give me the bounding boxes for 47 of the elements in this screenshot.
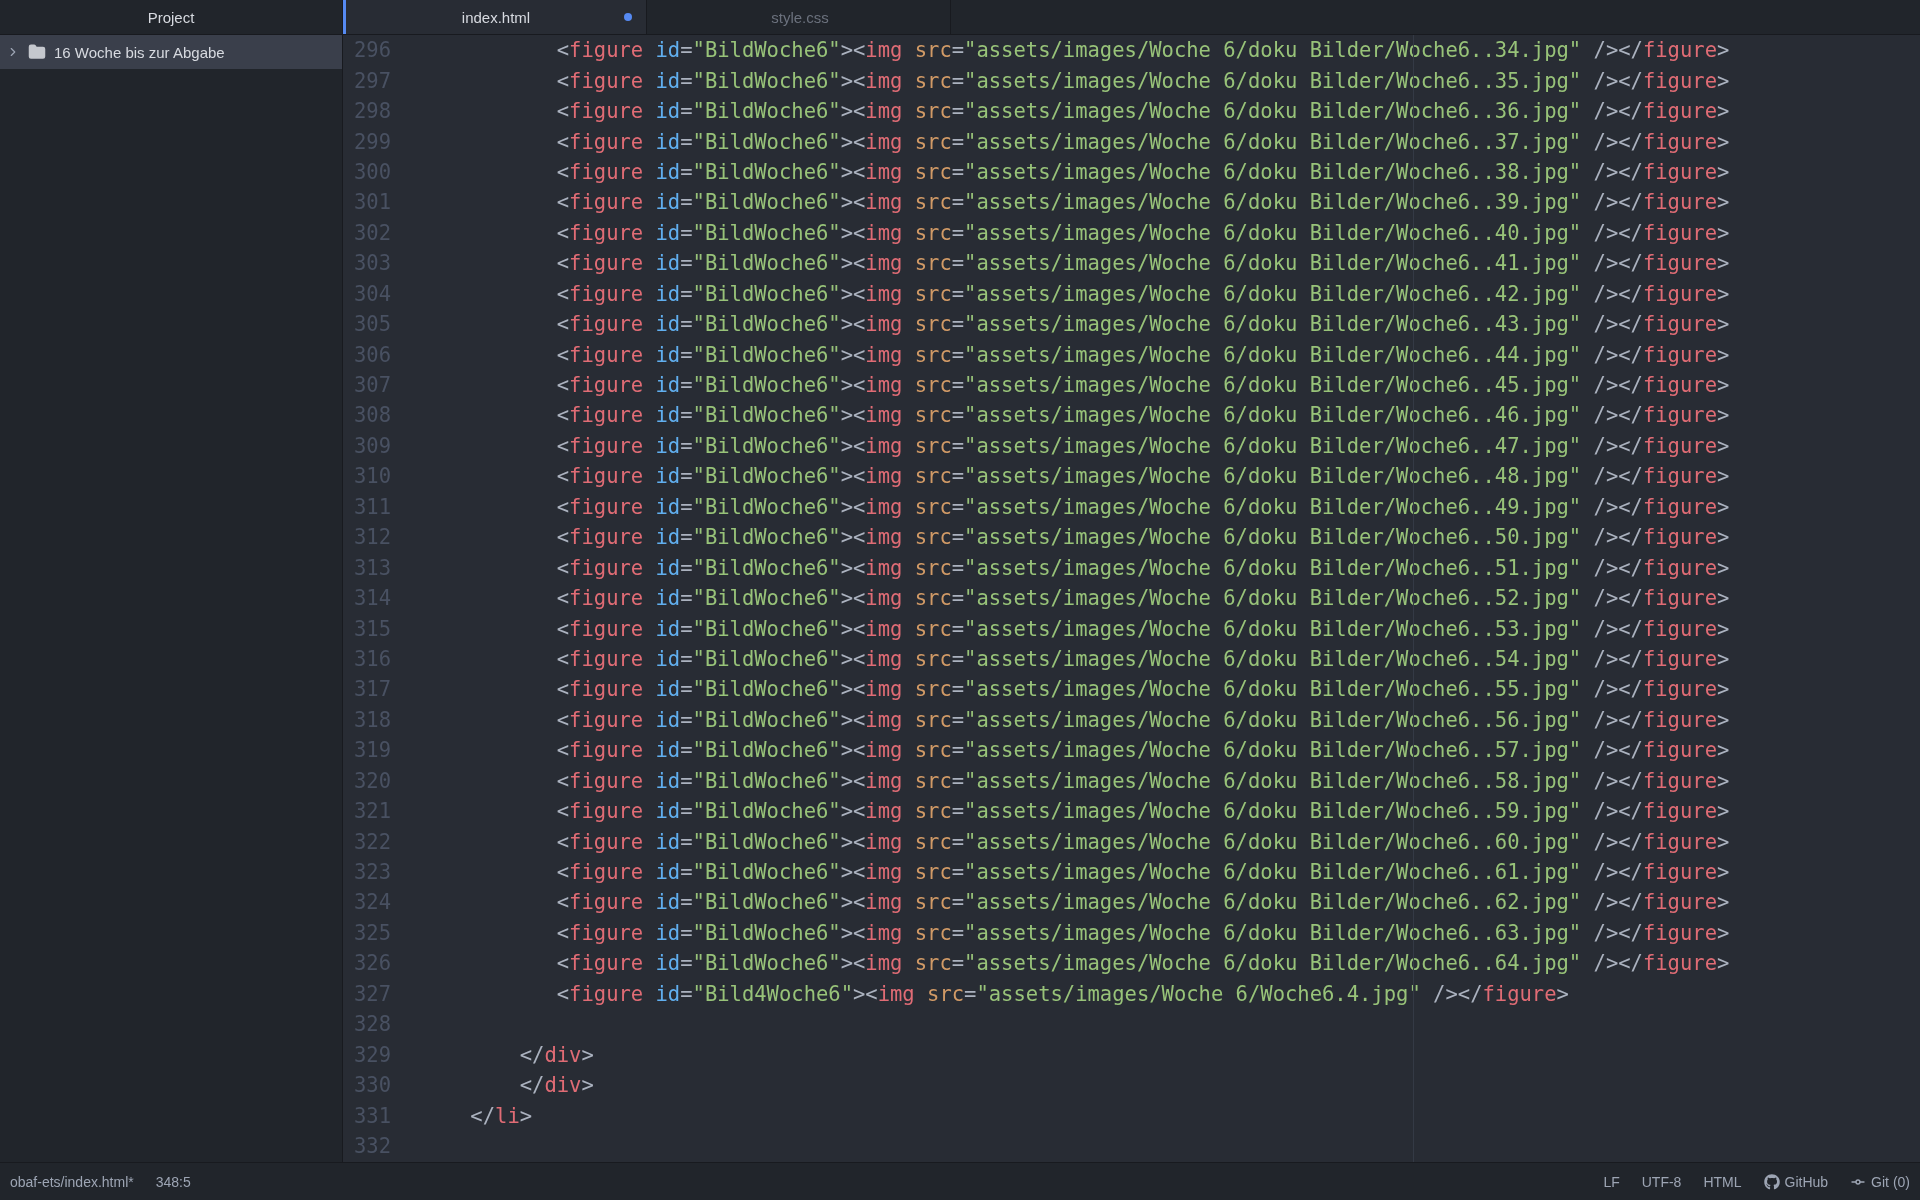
code-line: <figure id="BildWoche6"><img src="assets/images/Woche 6/doku Bilder/Woche6..39.jpg" /></figure> (555, 190, 1730, 215)
code-line: <figure id="BildWoche6"><img src="assets/images/Woche 6/doku Bilder/Woche6..62.jpg" /></figure> (555, 890, 1730, 915)
code-line: <figure id="BildWoche6"><img src="assets/images/Woche 6/doku Bilder/Woche6..52.jpg" /></figure> (555, 586, 1730, 611)
line-ending[interactable]: LF (1603, 1173, 1620, 1190)
code-line: <figure id="BildWoche6"><img src="assets/images/Woche 6/doku Bilder/Woche6..51.jpg" /></figure> (555, 555, 1730, 580)
grammar[interactable]: HTML (1703, 1173, 1742, 1190)
code-line: <figure id="BildWoche6"><img src="assets/images/Woche 6/doku Bilder/Woche6..35.jpg" /></figure> (555, 68, 1730, 93)
file-path[interactable]: obaf-ets/index.html* (10, 1173, 134, 1190)
code-line: <figure id="BildWoche6"><img src="assets/images/Woche 6/doku Bilder/Woche6..42.jpg" /></figure> (555, 281, 1730, 306)
tree-item[interactable]: 16 Woche bis zur Abgabe (0, 35, 342, 69)
code-line: <figure id="BildWoche6"><img src="assets/images/Woche 6/doku Bilder/Woche6..57.jpg" /></figure> (555, 738, 1730, 763)
code-line: </li> (469, 1103, 533, 1128)
code-line: <figure id="BildWoche6"><img src="assets/images/Woche 6/doku Bilder/Woche6..59.jpg" /></figure> (555, 799, 1730, 824)
code-line: <figure id="BildWoche6"><img src="assets/images/Woche 6/doku Bilder/Woche6..58.jpg" /></figure> (555, 768, 1730, 793)
code-line: <figure id="BildWoche6"><img src="assets/images/Woche 6/doku Bilder/Woche6..40.jpg" /></figure> (555, 220, 1730, 245)
code-line: </div> (518, 1042, 594, 1067)
code-line: <figure id="Bild4Woche6"><img src="assets/images/Woche 6/Woche6.4.jpg" /></figure> (555, 981, 1569, 1006)
code-line: <figure id="BildWoche6"><img src="assets/images/Woche 6/doku Bilder/Woche6..46.jpg" /></figure> (555, 403, 1730, 428)
code-line: <figure id="BildWoche6"><img src="assets/images/Woche 6/doku Bilder/Woche6..55.jpg" /></figure> (555, 677, 1730, 702)
code-line: <figure id="BildWoche6"><img src="assets/images/Woche 6/doku Bilder/Woche6..53.jpg" /></figure> (555, 616, 1730, 641)
panel-title: Project (147, 8, 195, 26)
code-line: <figure id="BildWoche6"><img src="assets/images/Woche 6/doku Bilder/Woche6..44.jpg" /></figure> (555, 342, 1730, 367)
code-line: <figure id="BildWoche6"><img src="assets/images/Woche 6/doku Bilder/Woche6..63.jpg" /></figure> (555, 920, 1730, 945)
code-line: <figure id="BildWoche6"><img src="assets/images/Woche 6/doku Bilder/Woche6..64.jpg" /></figure> (555, 951, 1730, 976)
code-line: <figure id="BildWoche6"><img src="assets/images/Woche 6/doku Bilder/Woche6..45.jpg" /></figure> (555, 373, 1730, 398)
git-status[interactable]: Git (0) (1871, 1173, 1910, 1190)
code-line: <figure id="BildWoche6"><img src="assets/images/Woche 6/doku Bilder/Woche6..54.jpg" /></figure> (555, 646, 1730, 671)
code-line: <figure id="BildWoche6"><img src="assets/images/Woche 6/doku Bilder/Woche6..50.jpg" /></figure> (555, 525, 1730, 550)
code-line: <figure id="BildWoche6"><img src="assets/images/Woche 6/doku Bilder/Woche6..38.jpg" /></figure> (555, 159, 1730, 184)
code-line: <figure id="BildWoche6"><img src="assets/images/Woche 6/doku Bilder/Woche6..41.jpg" /></figure> (555, 251, 1730, 276)
code-line: <figure id="BildWoche6"><img src="assets/images/Woche 6/doku Bilder/Woche6..37.jpg" /></figure> (555, 129, 1730, 154)
code-line: <figure id="BildWoche6"><img src="assets/images/Woche 6/doku Bilder/Woche6..34.jpg" /></figure> (555, 38, 1730, 63)
code-line: <figure id="BildWoche6"><img src="assets/images/Woche 6/doku Bilder/Woche6..48.jpg" /></figure> (555, 464, 1730, 489)
github-link[interactable]: GitHub (1784, 1173, 1829, 1190)
editor-tab[interactable]: index.html (343, 0, 647, 34)
code-line: <figure id="BildWoche6"><img src="assets/images/Woche 6/doku Bilder/Woche6..60.jpg" /></figure> (555, 829, 1730, 854)
encoding[interactable]: UTF-8 (1641, 1173, 1682, 1190)
code-line: <figure id="BildWoche6"><img src="assets/images/Woche 6/doku Bilder/Woche6..49.jpg" /></figure> (555, 494, 1730, 519)
code-line: <figure id="BildWoche6"><img src="assets/images/Woche 6/doku Bilder/Woche6..47.jpg" /></figure> (555, 433, 1730, 458)
code-line: </div> (518, 1073, 594, 1098)
code-line: <figure id="BildWoche6"><img src="assets/images/Woche 6/doku Bilder/Woche6..61.jpg" /></figure> (555, 860, 1730, 885)
folder-icon (28, 43, 46, 61)
code-line: <figure id="BildWoche6"><img src="assets/images/Woche 6/doku Bilder/Woche6..43.jpg" /></figure> (555, 312, 1730, 337)
cursor-position[interactable]: 348:5 (155, 1173, 191, 1190)
code-line: <figure id="BildWoche6"><img src="assets/images/Woche 6/doku Bilder/Woche6..56.jpg" /></figure> (555, 707, 1730, 732)
code-line: <figure id="BildWoche6"><img src="assets/images/Woche 6/doku Bilder/Woche6..36.jpg" /></figure> (555, 99, 1730, 124)
github-icon (1763, 1173, 1780, 1190)
